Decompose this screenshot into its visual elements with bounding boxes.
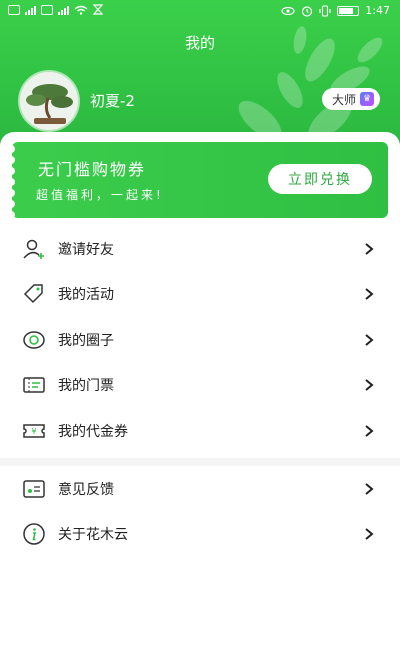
redeem-button[interactable]: 立即兑换 <box>268 164 372 194</box>
coupon-subtitle: 超值福利，一起来! <box>36 188 164 202</box>
menu-item-my-vouchers[interactable]: ¥ 我的代金券 <box>0 408 400 454</box>
level-badge[interactable]: 大师 ♛ <box>321 88 380 110</box>
menu-item-about[interactable]: 关于花木云 <box>0 512 400 558</box>
voucher-icon: ¥ <box>23 424 45 438</box>
vibrate-icon <box>319 4 331 17</box>
menu-item-label: 我的活动 <box>58 287 114 304</box>
coupon-banner[interactable]: 无门槛购物券 超值福利，一起来! 立即兑换 <box>12 142 388 218</box>
signal-icon <box>25 5 36 15</box>
username: 初夏-2 <box>90 92 135 110</box>
chevron-right-icon <box>365 424 374 437</box>
menu-item-my-tickets[interactable]: 我的门票 <box>0 363 400 409</box>
menu-item-label: 邀请好友 <box>58 241 114 258</box>
menu-item-label: 意见反馈 <box>58 481 114 498</box>
chevron-right-icon <box>365 333 374 346</box>
bonsai-avatar-image <box>20 72 78 130</box>
svg-text:¥: ¥ <box>31 427 36 436</box>
chevron-right-icon <box>365 482 374 495</box>
chevron-right-icon <box>365 528 374 541</box>
chevron-right-icon <box>365 379 374 392</box>
menu-item-feedback[interactable]: 意见反馈 <box>0 466 400 512</box>
menu-item-my-circles[interactable]: 我的圈子 <box>0 317 400 363</box>
tag-icon <box>23 284 43 304</box>
circle-icon <box>23 331 45 349</box>
menu-group-main: 邀请好友 我的活动 我的圈子 我的门票 ¥ 我的代金券 <box>0 226 400 454</box>
eye-icon <box>281 6 295 15</box>
page-title: 我的 <box>184 34 215 52</box>
menu-item-invite-friends[interactable]: 邀请好友 <box>0 226 400 272</box>
status-bar: 1:47 <box>0 0 400 22</box>
wifi-icon <box>74 5 88 15</box>
menu-group-secondary: 意见反馈 关于花木云 <box>0 466 400 557</box>
content-sheet: 无门槛购物券 超值福利，一起来! 立即兑换 邀请好友 我的活动 我的圈子 我的门… <box>0 132 400 660</box>
menu-item-label: 我的门票 <box>58 378 114 395</box>
battery-icon <box>337 5 360 16</box>
status-time: 1:47 <box>365 4 390 17</box>
info-icon <box>23 523 45 545</box>
menu-item-label: 关于花木云 <box>58 527 128 544</box>
alarm-icon <box>302 5 313 17</box>
menu-item-label: 我的圈子 <box>58 332 114 349</box>
ticket-icon <box>23 377 45 393</box>
avatar[interactable] <box>20 72 78 130</box>
crown-icon: ♛ <box>360 92 374 106</box>
coupon-title: 无门槛购物券 <box>38 160 147 179</box>
hourglass-icon <box>93 4 103 15</box>
menu-item-label: 我的代金券 <box>58 423 128 440</box>
sim-icon <box>41 4 53 15</box>
feedback-icon <box>23 480 45 498</box>
chevron-right-icon <box>365 242 374 255</box>
menu-item-my-activities[interactable]: 我的活动 <box>0 272 400 318</box>
sim-icon <box>8 4 20 15</box>
invite-friend-icon <box>23 239 44 259</box>
section-divider <box>0 458 400 466</box>
signal-icon <box>58 5 69 15</box>
level-badge-label: 大师 <box>331 92 356 107</box>
chevron-right-icon <box>365 288 374 301</box>
coupon-scallop-edge <box>12 142 17 218</box>
